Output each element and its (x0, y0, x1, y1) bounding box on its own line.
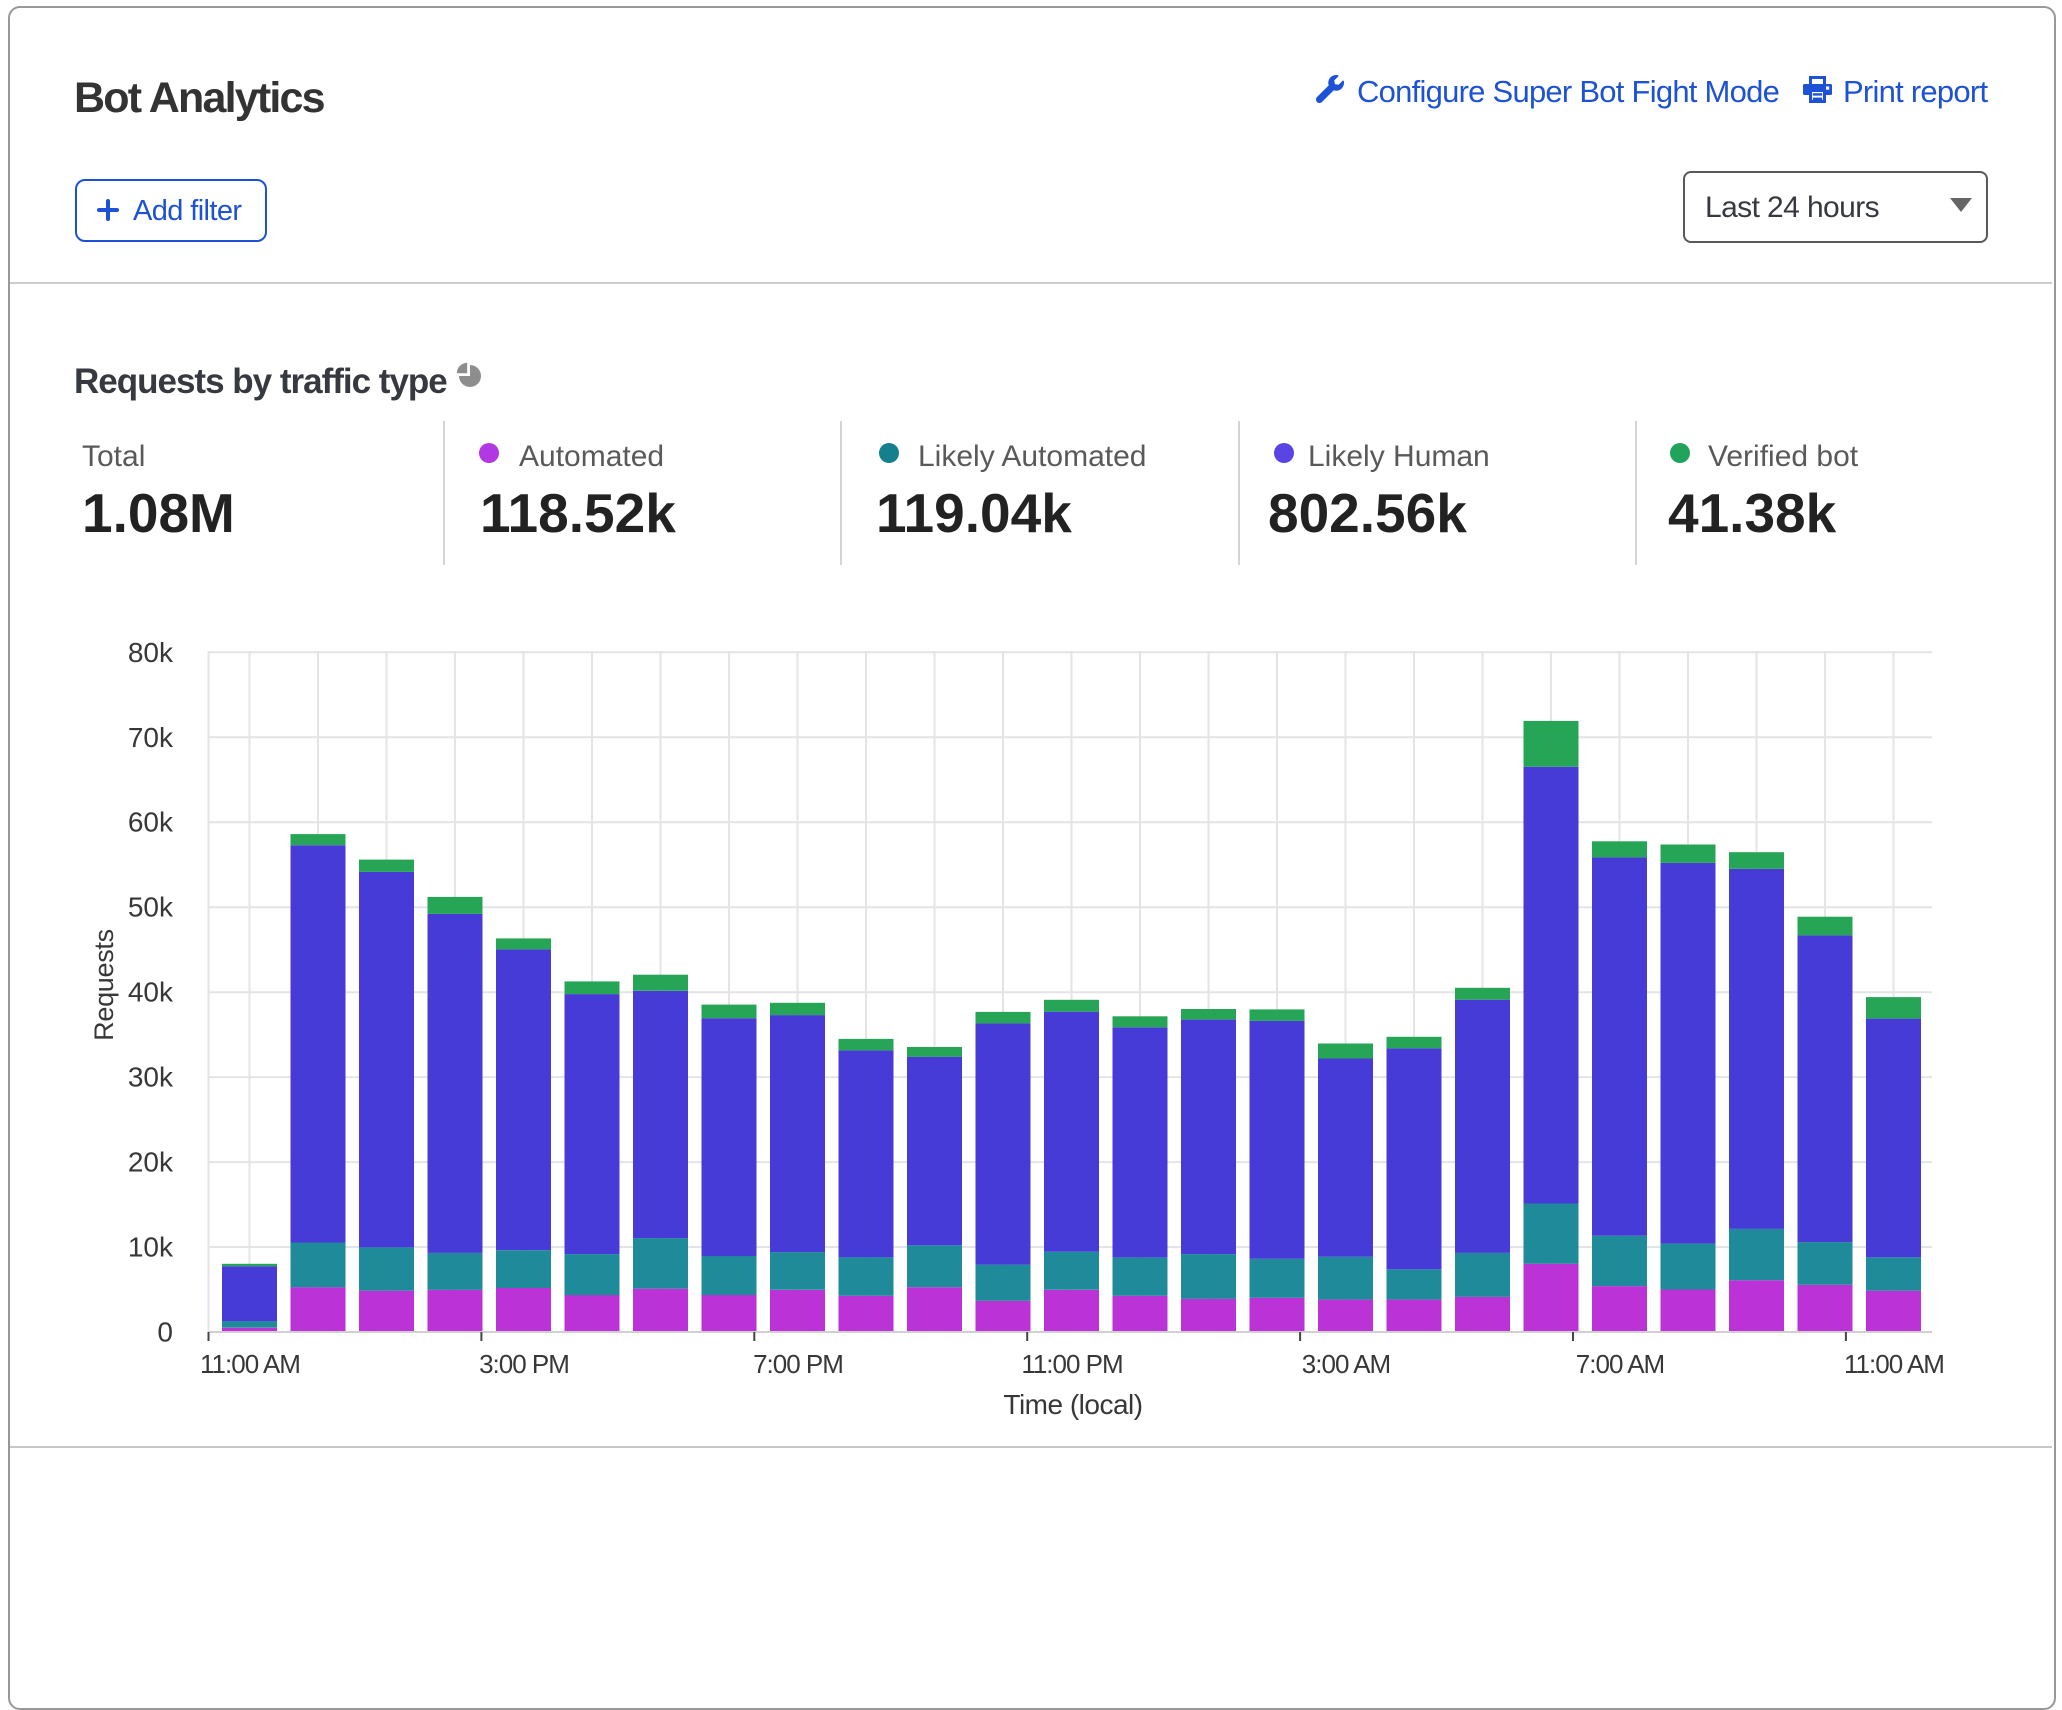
svg-text:11:00 PM: 11:00 PM (1021, 1349, 1122, 1379)
svg-text:Time (local): Time (local) (1003, 1389, 1142, 1420)
svg-text:3:00 AM: 3:00 AM (1302, 1349, 1390, 1379)
svg-text:80k: 80k (128, 637, 174, 668)
svg-text:Requests: Requests (89, 929, 119, 1041)
svg-text:0: 0 (157, 1317, 173, 1348)
svg-text:20k: 20k (128, 1147, 174, 1178)
svg-text:70k: 70k (128, 722, 174, 753)
svg-text:11:00 AM: 11:00 AM (1844, 1349, 1944, 1379)
svg-text:7:00 PM: 7:00 PM (753, 1349, 843, 1379)
svg-text:40k: 40k (128, 977, 174, 1008)
svg-text:50k: 50k (128, 892, 174, 923)
svg-text:3:00 PM: 3:00 PM (479, 1349, 569, 1379)
svg-text:7:00 AM: 7:00 AM (1576, 1349, 1664, 1379)
svg-text:10k: 10k (128, 1232, 174, 1263)
svg-text:30k: 30k (128, 1062, 174, 1093)
svg-text:60k: 60k (128, 807, 174, 838)
svg-text:11:00 AM: 11:00 AM (200, 1349, 300, 1379)
